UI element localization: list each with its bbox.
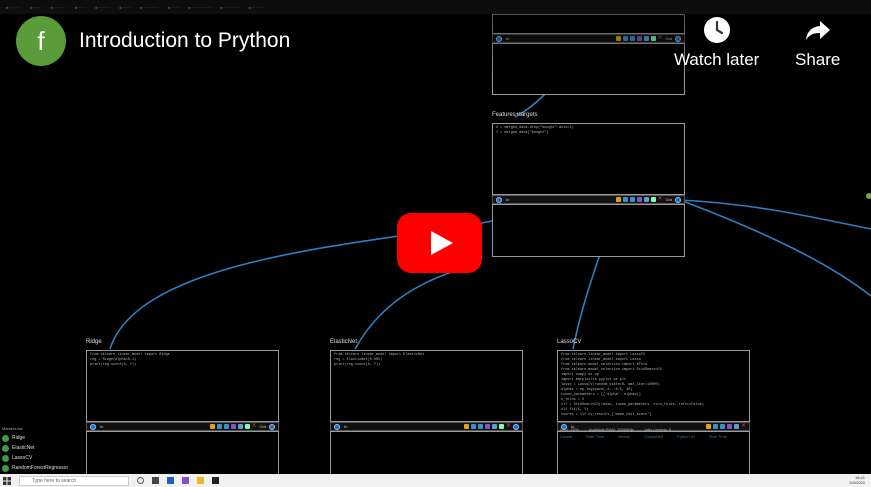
output-panel bbox=[86, 431, 279, 476]
cell-title: ElasticNet bbox=[330, 339, 358, 345]
status-column: Create bbox=[560, 434, 573, 439]
input-port[interactable] bbox=[334, 423, 340, 430]
play-button[interactable] bbox=[397, 213, 482, 273]
step-icon[interactable] bbox=[477, 424, 483, 429]
clock-icon bbox=[703, 17, 730, 43]
share-button[interactable]: Share bbox=[795, 16, 840, 70]
markers-panel: Markers list Ridge ElasticNet LassoCV Ra… bbox=[2, 426, 70, 473]
cpu-usage: CPU: 22% bbox=[560, 427, 579, 432]
step-icon[interactable] bbox=[216, 424, 222, 429]
marker-item[interactable]: RandomForestRegressor bbox=[2, 463, 70, 473]
table-icon[interactable] bbox=[498, 424, 504, 429]
watch-later-label: Watch later bbox=[674, 50, 760, 69]
marker-label: LassoCV bbox=[12, 455, 33, 461]
code-editor[interactable]: from sklearn.linear_model import Elastic… bbox=[330, 350, 523, 422]
status-column: Start Time bbox=[708, 434, 727, 439]
toolbar-in-label: In bbox=[506, 197, 510, 202]
marker-item[interactable]: LassoCV bbox=[2, 453, 70, 463]
step-icon[interactable] bbox=[622, 197, 628, 202]
toolbar-out-label: Out bbox=[259, 424, 266, 429]
task-view-icon[interactable] bbox=[152, 477, 159, 484]
visual-studio-icon[interactable] bbox=[182, 477, 189, 484]
marker-dot-icon bbox=[2, 454, 9, 462]
graph-icon[interactable] bbox=[230, 424, 236, 429]
run-icon[interactable] bbox=[209, 424, 215, 429]
copy-icon[interactable] bbox=[237, 424, 243, 429]
toolbar-in-label: In bbox=[100, 424, 104, 429]
file-explorer-icon[interactable] bbox=[197, 477, 204, 484]
toolbar-in-label: In bbox=[344, 424, 348, 429]
windows-start-icon[interactable] bbox=[3, 476, 11, 485]
video-title[interactable]: Introduction to Prython bbox=[79, 29, 290, 53]
graph-icon[interactable] bbox=[636, 197, 642, 202]
marker-item[interactable]: ElasticNet bbox=[2, 443, 70, 453]
app-icon[interactable] bbox=[212, 477, 219, 484]
marker-label: RandomForestRegressor bbox=[12, 465, 69, 471]
table-icon[interactable] bbox=[650, 197, 656, 202]
app-icon[interactable] bbox=[167, 477, 174, 484]
jobs-running: Jobs running: 0 bbox=[643, 427, 672, 432]
code-line: scores = clf.cv_results_['mean_test_scor… bbox=[561, 413, 652, 417]
jobs-status-bar: CPU: 22% Available RAM: 25568Mb Jobs run… bbox=[560, 426, 871, 440]
system-tray-clock[interactable]: 18:41 2/4/2020 bbox=[849, 475, 865, 485]
marker-label: Ridge bbox=[12, 435, 26, 441]
watch-later-button[interactable]: Watch later bbox=[674, 16, 759, 70]
marker-label: ElasticNet bbox=[12, 445, 35, 451]
status-columns: Create Start Time Needs Completed Python… bbox=[560, 433, 871, 440]
os-taskbar: Type here to search 18:41 2/4/2020 bbox=[0, 474, 871, 487]
input-port[interactable] bbox=[90, 423, 96, 430]
code-line: print(reg.score(X, Y)) bbox=[90, 363, 137, 367]
cell-toolbar: In ✕ Out bbox=[492, 195, 685, 204]
output-panel bbox=[330, 431, 523, 476]
channel-avatar[interactable]: f bbox=[16, 16, 66, 66]
clock-date: 2/4/2020 bbox=[849, 479, 865, 485]
step-icon[interactable] bbox=[223, 424, 229, 429]
marker-dot-icon bbox=[2, 464, 9, 472]
table-icon[interactable] bbox=[244, 424, 250, 429]
marker-dot-icon bbox=[2, 434, 9, 442]
cell-title: LassoCV bbox=[557, 339, 582, 345]
delete-icon[interactable]: ✕ bbox=[658, 196, 663, 202]
share-icon bbox=[805, 21, 830, 40]
cell-title: Features+targets bbox=[492, 112, 538, 118]
delete-icon[interactable]: ✕ bbox=[252, 423, 257, 429]
marker-dot-icon bbox=[2, 444, 9, 452]
code-line: print(reg.score(X, Y)) bbox=[334, 363, 381, 367]
graph-icon[interactable] bbox=[484, 424, 490, 429]
copy-icon[interactable] bbox=[491, 424, 497, 429]
output-port[interactable] bbox=[513, 423, 519, 430]
output-port[interactable] bbox=[675, 196, 681, 203]
code-editor[interactable]: X = merged_data.drop("bought",axis=1) Y … bbox=[492, 123, 685, 195]
status-column: Completed bbox=[643, 434, 664, 439]
status-column: Needs bbox=[618, 434, 630, 439]
toolbar-out-label: Out bbox=[665, 197, 672, 202]
code-line: Y = merged_data["bought"] bbox=[496, 131, 549, 135]
step-icon[interactable] bbox=[470, 424, 476, 429]
marker-item[interactable]: Ridge bbox=[2, 433, 70, 443]
output-panel bbox=[492, 204, 685, 257]
cell-toolbar: In ✕ bbox=[330, 422, 523, 431]
status-column: Start Time bbox=[586, 434, 605, 439]
cell-toolbar: In ✕ Out bbox=[86, 422, 279, 431]
delete-icon[interactable]: ✕ bbox=[506, 423, 511, 429]
cell-title: Ridge bbox=[86, 339, 102, 345]
step-icon[interactable] bbox=[629, 197, 635, 202]
run-icon[interactable] bbox=[615, 197, 621, 202]
markers-title: Markers list bbox=[2, 426, 23, 431]
input-port[interactable] bbox=[496, 196, 502, 203]
status-summary: CPU: 22% Available RAM: 25568Mb Jobs run… bbox=[560, 426, 871, 433]
output-port[interactable] bbox=[269, 423, 275, 430]
status-column: Python ID bbox=[677, 434, 695, 439]
cortana-icon[interactable] bbox=[137, 477, 144, 484]
ram-available: Available RAM: 25568Mb bbox=[588, 427, 634, 432]
code-editor[interactable]: from sklearn.linear_model import LassoCV… bbox=[557, 350, 750, 422]
taskbar-search-input[interactable]: Type here to search bbox=[19, 475, 129, 486]
run-icon[interactable] bbox=[463, 424, 469, 429]
copy-icon[interactable] bbox=[643, 197, 649, 202]
code-editor[interactable]: from sklearn.linear_model import Ridge r… bbox=[86, 350, 279, 422]
share-label: Share bbox=[795, 50, 841, 69]
